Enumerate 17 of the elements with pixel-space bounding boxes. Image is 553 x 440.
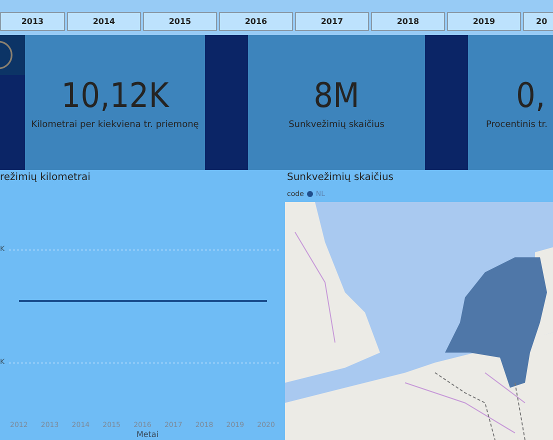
kpi-label: Sunkvežimių skaičius — [288, 120, 384, 130]
chart-title: režimių kilometrai — [0, 171, 92, 185]
kpi-label: Kilometrai per kiekviena tr. priemonę — [31, 120, 199, 130]
axis-title: Metai — [135, 430, 160, 439]
kpi-value: 10,12K — [61, 76, 169, 116]
year-button[interactable]: 2013 — [0, 12, 65, 31]
kpi-value: 0, — [516, 76, 546, 116]
year-button[interactable]: 2019 — [447, 12, 521, 31]
kpi-value: 8M — [314, 76, 360, 116]
kpi-label: Procentinis tr. — [486, 120, 548, 130]
year-button[interactable]: 2018 — [371, 12, 445, 31]
year-button[interactable]: 2015 — [143, 12, 217, 31]
year-button[interactable]: 2017 — [295, 12, 369, 31]
year-button[interactable]: 2016 — [219, 12, 293, 31]
year-button[interactable]: 2014 — [67, 12, 141, 31]
map-title: Sunkvežimių skaičius — [286, 171, 395, 185]
year-button[interactable]: 20 — [523, 12, 553, 31]
